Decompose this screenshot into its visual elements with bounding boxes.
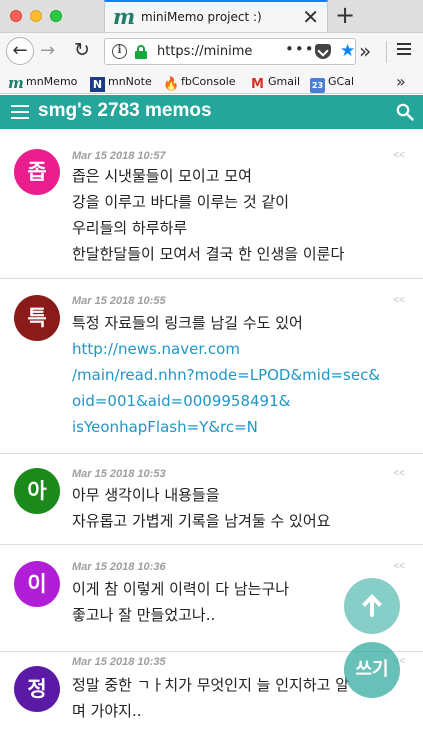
bookmark-star-icon[interactable]: ★ <box>340 41 355 61</box>
mnmemo-icon: m <box>8 74 24 92</box>
memo-link[interactable]: http://news.naver.com <box>72 336 408 362</box>
search-icon[interactable] <box>396 103 414 121</box>
memo-text-line: 좁은 시냇물들이 모이고 모여 <box>72 167 252 185</box>
firebase-icon: 🔥 <box>163 77 180 92</box>
bookmark-label: mnNote <box>108 75 152 88</box>
calendar-icon: 23 <box>310 78 325 93</box>
memo-date: Mar 15 2018 10:55 <box>72 295 166 307</box>
write-memo-button[interactable]: 쓰기 <box>344 642 400 698</box>
url-text[interactable]: https://minime <box>157 44 253 59</box>
page-actions-icon[interactable]: ••• <box>285 40 315 58</box>
bookmark-gmail[interactable]: M Gmail <box>250 72 300 92</box>
memo-text-line: 우리들의 하루하루 <box>72 219 188 237</box>
browser-nav-bar: ← → ↻ i https://minime ••• ★ » <box>0 32 423 70</box>
tab-close-icon[interactable]: ✕ <box>302 6 319 28</box>
memo-item[interactable]: 특 Mar 15 2018 10:55 << 특정 자료들의 링크를 남길 수도… <box>0 279 423 454</box>
forward-button[interactable]: → <box>40 39 55 63</box>
bookmark-label: mnMemo <box>26 75 78 88</box>
bookmark-gcal[interactable]: 23 GCal <box>310 72 355 93</box>
toolbar-divider <box>386 41 387 63</box>
avatar: 이 <box>14 561 60 607</box>
back-button[interactable]: ← <box>6 37 34 65</box>
lock-icon <box>135 45 147 59</box>
memo-item[interactable]: 아 Mar 15 2018 10:53 << 아무 생각이나 내용들을 자유롭고… <box>0 454 423 545</box>
url-bar[interactable]: i https://minime ••• ★ <box>104 38 356 65</box>
memo-body: 아무 생각이나 내용들을 자유롭고 가볍게 기록을 남겨둘 수 있어요 <box>72 482 408 534</box>
window-close-button[interactable] <box>10 10 22 22</box>
browser-tab-bar: m miniMemo project :) ✕ + <box>0 0 423 33</box>
avatar: 아 <box>14 468 60 514</box>
avatar: 특 <box>14 295 60 341</box>
bookmark-mnnote[interactable]: NmnNote <box>90 72 152 92</box>
bookmarks-bar: m mnMemo NmnNote 🔥 fbConsole M Gmail 23 GCal… <box>0 70 423 94</box>
browser-menu-icon[interactable] <box>397 43 411 55</box>
window-zoom-button[interactable] <box>50 10 62 22</box>
memo-text-line: 한달한달들이 모여서 결국 한 인생을 이룬다 <box>72 245 345 263</box>
reload-button[interactable]: ↻ <box>74 38 90 62</box>
memo-text-line: 며 가야지.. <box>72 702 142 720</box>
minimemo-favicon-icon: m <box>113 4 136 29</box>
bookmark-fbconsole[interactable]: 🔥 fbConsole <box>163 72 236 92</box>
bookmark-mnmemo[interactable]: m mnMemo <box>8 72 77 92</box>
memo-date: Mar 15 2018 10:35 <box>72 656 166 668</box>
scroll-to-top-button[interactable] <box>344 578 400 634</box>
arrow-up-stem <box>370 595 374 617</box>
app-header: smg's 2783 memos <box>0 95 423 129</box>
memo-link[interactable]: /main/read.nhn?mode=LPOD&mid=sec& <box>72 362 408 388</box>
bookmark-label: Gmail <box>268 75 301 88</box>
memo-date: Mar 15 2018 10:53 <box>72 468 166 480</box>
memo-date: Mar 15 2018 10:36 <box>72 561 166 573</box>
toolbar-overflow-icon[interactable]: » <box>359 39 371 63</box>
memo-date: Mar 15 2018 10:57 <box>72 150 166 162</box>
new-tab-button[interactable]: + <box>333 2 357 28</box>
memo-text-line: 자유롭고 가볍게 기록을 남겨둘 수 있어요 <box>72 512 331 530</box>
memo-text-line: 강을 이루고 바다를 이루는 것 같이 <box>72 193 290 211</box>
gmail-icon: M <box>251 77 264 92</box>
browser-tab-active[interactable]: m miniMemo project :) ✕ <box>104 0 328 33</box>
tab-title: miniMemo project :) <box>141 10 262 24</box>
menu-icon[interactable] <box>11 105 29 119</box>
avatar: 좁 <box>14 149 60 195</box>
avatar: 정 <box>14 666 60 712</box>
bookmark-label: fbConsole <box>181 75 236 88</box>
app-title: smg's 2783 memos <box>38 100 212 121</box>
memo-expand-icon[interactable]: << <box>393 468 405 479</box>
mnnote-icon: N <box>90 77 105 92</box>
info-icon[interactable]: i <box>112 44 127 59</box>
memo-link[interactable]: oid=001&aid=0009958491& <box>72 388 408 414</box>
memo-body: 좁은 시냇물들이 모이고 모여 강을 이루고 바다를 이루는 것 같이 우리들의… <box>72 163 408 267</box>
bookmarks-overflow-icon[interactable]: » <box>396 71 406 93</box>
memo-link[interactable]: isYeonhapFlash=Y&rc=N <box>72 414 408 440</box>
memo-expand-icon[interactable]: << <box>393 295 405 306</box>
bookmark-label: GCal <box>328 75 355 88</box>
memo-text-line: 특정 자료들의 링크를 남길 수도 있어 <box>72 314 303 332</box>
memo-expand-icon[interactable]: << <box>393 150 405 161</box>
window-minimize-button[interactable] <box>30 10 42 22</box>
memo-expand-icon[interactable]: << <box>393 561 405 572</box>
memo-item[interactable]: 좁 Mar 15 2018 10:57 << 좁은 시냇물들이 모이고 모여 강… <box>0 129 423 279</box>
memo-body: 특정 자료들의 링크를 남길 수도 있어 http://news.naver.c… <box>72 310 408 440</box>
pocket-icon[interactable] <box>315 44 331 59</box>
memo-text-line: 아무 생각이나 내용들을 <box>72 486 220 504</box>
